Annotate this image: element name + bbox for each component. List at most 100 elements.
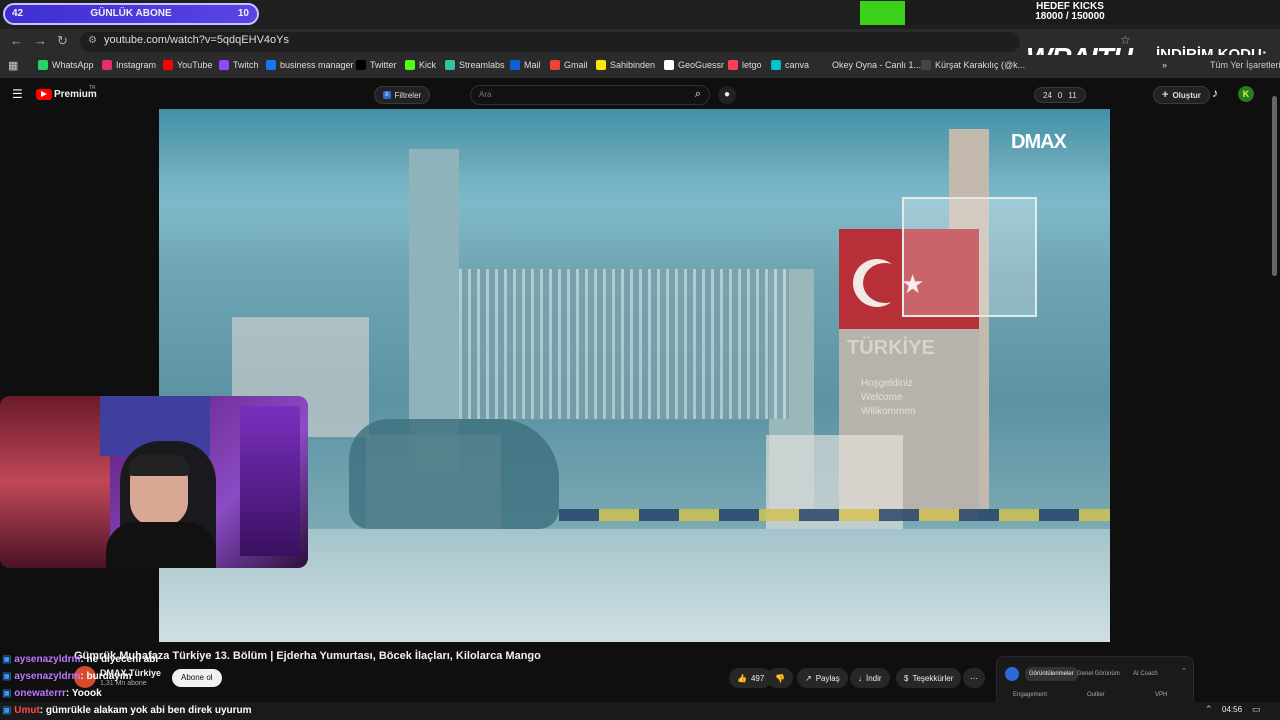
bookmark-favicon-icon [596, 60, 606, 70]
chat-message: : gümrükle alakam yok abi ben direk uyur… [39, 705, 252, 716]
streamer-webcam [0, 396, 308, 568]
site-info-icon[interactable]: ⚙ [88, 35, 97, 46]
streamer-hair [128, 454, 190, 476]
sub-goal-label: GÜNLÜK ABONE [90, 8, 172, 19]
vph-tab-overview[interactable]: Genel Görünüm [1077, 667, 1120, 681]
page-scrollbar[interactable] [1270, 90, 1278, 700]
bookmark-favicon-icon [728, 60, 738, 70]
chat-line: ▣ onewaterrr: Yoook [2, 688, 102, 699]
clock[interactable]: 04:56 [1222, 705, 1242, 714]
dislike-button[interactable]: 👎 [767, 668, 793, 688]
kicks-goal-count: 18000 / 150000 [1035, 11, 1105, 22]
share-icon: ↗ [805, 673, 812, 683]
stats-widget[interactable]: 24 0 11 [1034, 87, 1086, 103]
avatar[interactable]: K [1238, 86, 1254, 102]
webcam-right-light [240, 406, 300, 556]
sub-goal-target: 10 [237, 8, 249, 19]
streamer-shirt [106, 522, 216, 568]
curb [559, 509, 1110, 521]
bookmark-favicon-icon [219, 60, 229, 70]
bookmark-favicon-icon [771, 60, 781, 70]
bookmark-item[interactable]: Streamlabs [445, 60, 505, 70]
create-button[interactable]: + Oluştur [1153, 86, 1210, 104]
reload-icon[interactable]: ↻ [57, 33, 68, 49]
chat-message: : ne diyeceni abi [80, 654, 159, 665]
url-text[interactable]: youtube.com/watch?v=5qdqEHV4oYs [104, 34, 289, 46]
bookmark-favicon-icon [921, 60, 931, 70]
subscribe-button[interactable]: Abone ol [172, 669, 222, 687]
plus-icon: + [1162, 89, 1169, 101]
bookmark-item[interactable]: Kürşat Karakılıç (@k... [921, 60, 1025, 70]
back-icon[interactable]: ← [10, 33, 23, 48]
bookmark-item[interactable]: Twitch [219, 60, 259, 70]
chat-username: aysenazyldrm [14, 671, 81, 682]
bookmark-item[interactable]: letgo [728, 60, 762, 70]
bookmark-label: Sahibinden [610, 60, 656, 70]
bookmark-favicon-icon [405, 60, 415, 70]
download-button[interactable]: ↓ İndir [850, 668, 890, 688]
bookmark-label: Gmail [564, 60, 588, 70]
notifications-bell-icon[interactable]: ♪ [1212, 86, 1218, 100]
chat-badge-icon: ▣ [2, 654, 12, 665]
bookmark-label: letgo [742, 60, 762, 70]
like-button[interactable]: 👍 497 [729, 668, 773, 688]
bookmark-item[interactable]: Okey Oyna - Canlı 1... [818, 60, 921, 70]
vph-collapse-icon[interactable]: ⌃ [1181, 667, 1187, 675]
search-icon[interactable]: ⌕ [695, 88, 701, 101]
bookmark-favicon-icon [664, 60, 674, 70]
vph-col-engagement: Engagement [1013, 692, 1048, 698]
vph-tab-views[interactable]: Görüntülenmeler [1025, 667, 1078, 681]
bookmark-item[interactable]: WhatsApp [38, 60, 94, 70]
bookmark-item[interactable]: canva [771, 60, 809, 70]
bookmark-label: Twitter [370, 60, 397, 70]
bookmark-item[interactable]: GeoGuessr [664, 60, 724, 70]
chat-username: aysenazyldrm [14, 654, 81, 665]
bookmark-favicon-icon [102, 60, 112, 70]
bookmark-favicon-icon [445, 60, 455, 70]
kicks-goal-fill [860, 1, 905, 25]
bookmark-item[interactable]: Instagram [102, 60, 156, 70]
bookmark-favicon-icon [818, 60, 828, 70]
bookmarks-more-icon[interactable]: » [1162, 60, 1167, 70]
bookmark-label: Kürşat Karakılıç (@k... [935, 60, 1026, 70]
bookmark-favicon-icon [356, 60, 366, 70]
chat-message: : Yoook [65, 688, 102, 699]
download-icon: ↓ [858, 673, 862, 683]
blur-box-flag [902, 197, 1037, 317]
more-actions-icon[interactable]: ⋯ [963, 668, 985, 688]
chat-username: onewaterrr [14, 688, 66, 699]
filters-button[interactable]: ≡ Filtreler [374, 86, 431, 104]
bookmark-item[interactable]: Twitter [356, 60, 397, 70]
bookmark-favicon-icon [38, 60, 48, 70]
tray-chevron-icon[interactable]: ⌃ [1205, 704, 1213, 715]
search-input[interactable]: Ara ⌕ [470, 85, 710, 105]
scrollbar-thumb[interactable] [1272, 96, 1277, 276]
bookmark-item[interactable]: Kick [405, 60, 436, 70]
bookmark-label: Instagram [116, 60, 157, 70]
share-button[interactable]: ↗ Paylaş [797, 668, 848, 688]
bookmark-item[interactable]: Sahibinden [596, 60, 655, 70]
bookmark-item[interactable]: Mail [510, 60, 541, 70]
notification-center-icon[interactable]: ▭ [1252, 704, 1261, 715]
daily-subscriber-goal: 42 GÜNLÜK ABONE 10 [3, 3, 259, 25]
download-label: İndir [866, 673, 882, 683]
like-count: 497 [750, 673, 765, 683]
stat-3: 11 [1068, 90, 1077, 100]
chat-line: ▣ aysenazyldrm: burdayım [2, 671, 132, 682]
vph-tab-ai-coach[interactable]: AI Coach [1133, 667, 1158, 681]
all-bookmarks-link[interactable]: Tüm Yer İşaretleri [1210, 60, 1280, 70]
bookmark-label: Mail [524, 60, 541, 70]
chat-line: ▣ aysenazyldrm: ne diyeceni abi [2, 654, 158, 665]
bookmark-item[interactable]: YouTube [163, 60, 212, 70]
bookmark-item[interactable]: Gmail [550, 60, 588, 70]
bookmark-label: WhatsApp [52, 60, 94, 70]
bookmark-label: Twitch [233, 60, 259, 70]
thanks-button[interactable]: $ Teşekkürler [896, 668, 962, 688]
bookmark-item[interactable]: business manager [266, 60, 354, 70]
search-placeholder: Ara [479, 90, 492, 99]
menu-icon[interactable]: ☰ [12, 87, 23, 101]
forward-icon[interactable]: → [34, 33, 47, 48]
microphone-icon[interactable]: ● [718, 86, 736, 104]
bookmark-favicon-icon [266, 60, 276, 70]
apps-grid-icon[interactable]: ▦ [8, 59, 18, 72]
